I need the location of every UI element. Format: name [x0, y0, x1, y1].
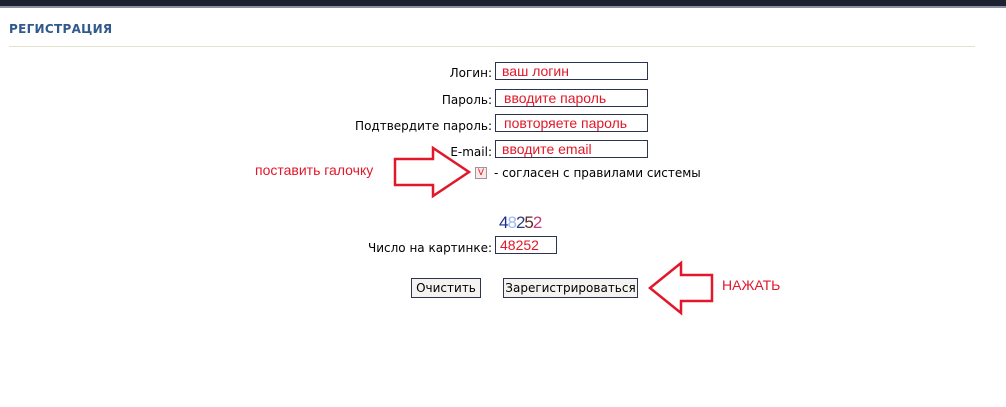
login-label: Логин:: [449, 66, 492, 80]
password-label: Пароль:: [441, 93, 492, 107]
title-divider: [9, 46, 975, 47]
window-top-bar-shadow: [0, 6, 1006, 8]
email-input[interactable]: [495, 140, 648, 158]
confirm-password-input[interactable]: [495, 114, 648, 132]
clear-button[interactable]: Очистить: [411, 278, 481, 298]
captcha-digit: 5: [524, 213, 534, 232]
captcha-label: Число на картинке:: [368, 241, 492, 255]
agree-checkbox[interactable]: V: [475, 167, 487, 179]
agree-text: - согласен с правилами системы: [494, 166, 701, 180]
login-input[interactable]: [495, 62, 648, 80]
password-input[interactable]: [495, 89, 648, 107]
checkbox-hint: поставить галочку: [255, 162, 374, 178]
register-button[interactable]: Зарегистрироваться: [503, 278, 638, 298]
captcha-input[interactable]: [495, 236, 557, 254]
confirm-password-label: Подтвердите пароль:: [355, 119, 492, 133]
arrow-right-icon: [393, 145, 472, 199]
captcha-digit: 2: [532, 213, 543, 232]
section-title: РЕГИСТРАЦИЯ: [9, 22, 113, 36]
captcha-digit: 8: [507, 213, 517, 232]
press-hint: НАЖАТЬ: [722, 277, 781, 293]
captcha-image: 48252: [499, 213, 543, 233]
arrow-left-icon: [648, 260, 714, 316]
